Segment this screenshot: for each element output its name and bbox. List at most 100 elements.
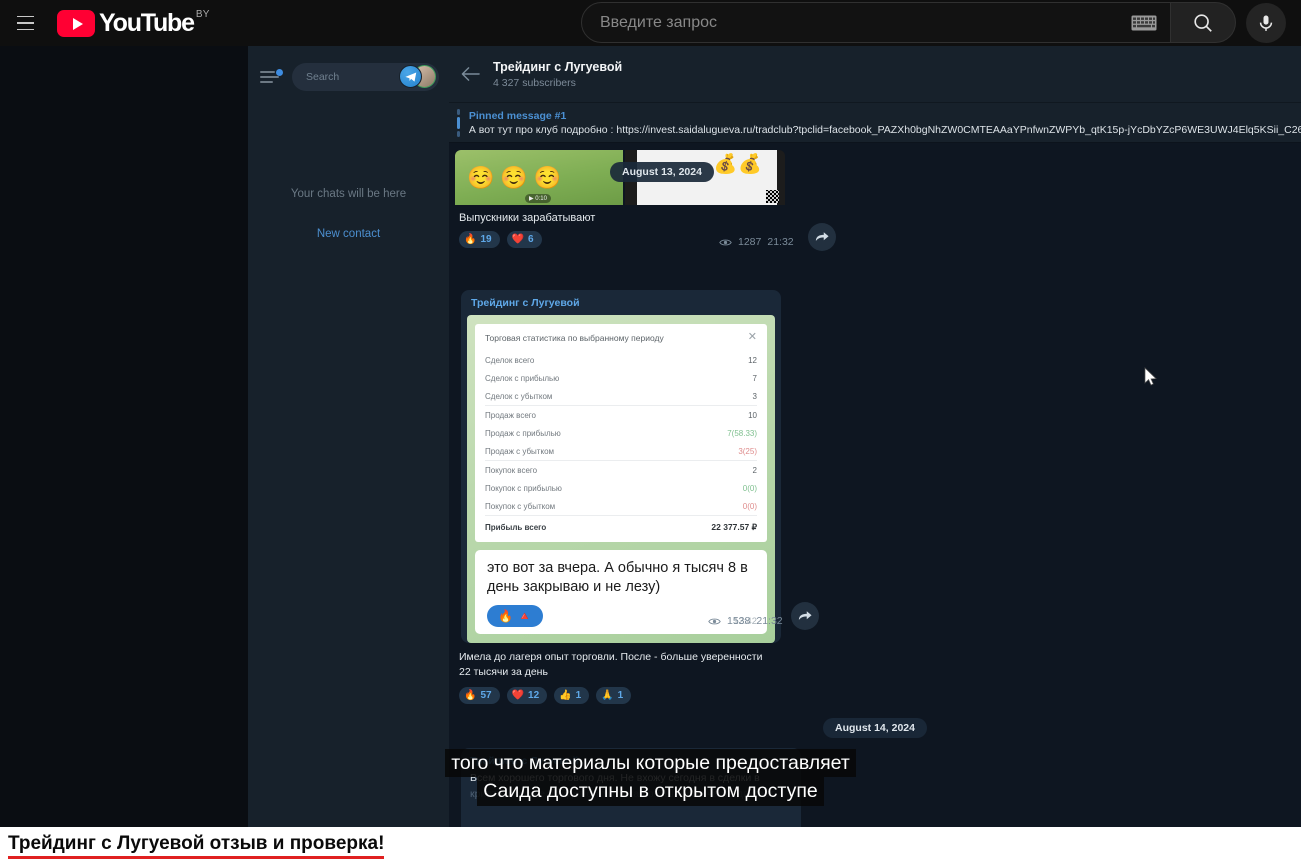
telegram-app-window: Search Your chats will be here New conta… <box>248 46 1301 827</box>
money-bag-icons: 💰💰 <box>713 154 763 175</box>
reaction-heart[interactable]: ❤️ 6 <box>506 231 542 248</box>
telegram-search-input[interactable]: Search <box>292 63 439 91</box>
message-caption: Имела до лагеря опыт торговли. После - б… <box>459 650 763 678</box>
forward-arrow-icon <box>798 610 812 620</box>
message-line-obscured <box>470 803 792 827</box>
stat-value: 3 <box>752 391 757 401</box>
heart-emoji-icon: ❤️ <box>511 690 525 702</box>
telegram-chat-panel: Трейдинг с Лугуевой 4 327 subscribers Pi… <box>449 46 1301 827</box>
forward-button[interactable] <box>791 602 819 630</box>
pinned-message-bar[interactable]: Pinned message #1 А вот тут про клуб под… <box>449 103 1301 143</box>
forward-button[interactable] <box>808 223 836 251</box>
voice-search-button[interactable] <box>1246 2 1286 43</box>
stat-row: Покупок всего 2 <box>485 460 757 479</box>
telegram-menu-icon[interactable] <box>260 69 283 85</box>
reaction-thumbsup[interactable]: 👍 1 <box>554 687 590 705</box>
keyboard-icon[interactable] <box>1130 14 1158 32</box>
youtube-search-area <box>581 2 1286 43</box>
hamburger-icon[interactable] <box>5 3 45 43</box>
reaction-fire[interactable]: 🔥 19 <box>459 231 500 248</box>
stats-card-title: Торговая статистика по выбранному период… <box>485 333 664 343</box>
youtube-play-icon <box>57 10 95 37</box>
pinned-message-label: Pinned message #1 <box>468 109 567 122</box>
video-letterbox-left <box>0 46 248 827</box>
video-duration-badge: ▶ 0:10 <box>525 194 551 203</box>
chat-subscribers-count: 4 327 subscribers <box>493 76 576 89</box>
stat-row: Продаж всего 10 <box>485 405 757 424</box>
stat-value: 3(25) <box>738 446 757 456</box>
pinned-indicator-icon <box>457 108 460 137</box>
search-box[interactable] <box>581 2 1171 43</box>
youtube-logo[interactable]: YouTube BY <box>57 8 210 38</box>
stat-label: Покупок с убытком <box>485 501 556 511</box>
reaction-fire[interactable]: 🔥 57 <box>459 687 500 705</box>
bubble-reactions[interactable]: 🔥 🔺 <box>487 604 543 627</box>
fire-emoji-icon: 🔥 <box>464 234 477 245</box>
chat-header: Трейдинг с Лугуевой 4 327 subscribers <box>449 46 1301 103</box>
reaction-count: 12 <box>528 690 540 702</box>
reaction-count: 1 <box>617 690 624 702</box>
heart-emoji-icon: ❤️ <box>511 234 525 245</box>
new-contact-button[interactable]: New contact <box>248 228 449 240</box>
stat-value: 0(0) <box>742 501 757 511</box>
reactions-row[interactable]: 🔥 57 ❤️ 12 👍 1 🙏 1 <box>459 687 1301 705</box>
reaction-count: 1 <box>575 690 582 702</box>
search-button[interactable] <box>1171 2 1236 43</box>
screenshot-image[interactable]: Торговая статистика по выбранному период… <box>467 315 775 643</box>
close-x-icon[interactable]: ✕ <box>748 332 757 343</box>
stat-value: 7 <box>752 373 757 383</box>
stat-row: Сделок всего 12 <box>485 351 757 369</box>
mouse-pointer-icon <box>1144 367 1158 392</box>
total-label: Прибыль всего <box>485 523 547 532</box>
message-time: 21:32 <box>767 236 794 248</box>
stat-row: Покупок с убытком 0(0) <box>485 497 757 515</box>
view-count: 1538 <box>727 615 751 627</box>
message-album[interactable]: August 13, 2024 ☺️ ☺️ ☺️ ▶ 0:10 💰💰 Выпускн… <box>455 150 1301 251</box>
message-caption: Выпускники зарабатывают <box>459 212 596 224</box>
search-input[interactable] <box>600 13 1130 32</box>
fire-emoji-icon: 🔥 <box>464 690 477 702</box>
telegram-empty-chats-label: Your chats will be here <box>290 188 407 200</box>
telegram-search-placeholder: Search <box>306 71 340 83</box>
eye-icon <box>708 618 721 624</box>
youtube-country-code: BY <box>195 9 210 20</box>
forwarded-card[interactable]: Трейдинг с Лугуевой Торговая статистика … <box>461 290 781 643</box>
forward-arrow-icon <box>815 231 829 241</box>
video-subtitles: того что материалы которые предоставляет… <box>0 749 1301 806</box>
reactions-row[interactable]: 🔥 19 ❤️ 6 <box>459 231 1301 248</box>
message-meta: 1538 21:32 <box>708 615 783 627</box>
chat-title-block[interactable]: Трейдинг с Лугуевой 4 327 subscribers <box>493 60 622 89</box>
album-photo-1[interactable]: ☺️ ☺️ ☺️ ▶ 0:10 <box>455 150 623 205</box>
back-arrow-icon[interactable] <box>457 61 483 87</box>
telegram-sidebar-topbar: Search <box>248 46 449 108</box>
stat-label: Продаж с прибылью <box>485 428 561 438</box>
telegram-logo-avatar[interactable] <box>399 65 422 88</box>
stat-row: Покупок с прибылью 0(0) <box>485 479 757 497</box>
stat-row: Сделок с прибылью 7 <box>485 369 757 387</box>
message-forwarded-screenshot[interactable]: Трейдинг с Лугуевой Торговая статистика … <box>455 290 1301 705</box>
hamburger-bar <box>16 22 34 24</box>
bubble-text: это вот за вчера. А обычно я тысяч 8 в д… <box>487 559 748 595</box>
eye-icon <box>719 239 732 245</box>
reaction-heart[interactable]: ❤️ 12 <box>506 687 548 705</box>
stat-row: Продаж с прибылью 7(58.33) <box>485 424 757 442</box>
date-chip: August 13, 2024 <box>610 162 714 182</box>
telegram-sidebar: Search Your chats will be here New conta… <box>248 46 449 827</box>
reaction-count: 19 <box>480 234 492 245</box>
reaction-pray[interactable]: 🙏 1 <box>596 687 632 705</box>
telegram-account-avatars[interactable] <box>399 65 436 88</box>
pray-emoji-icon: 🙏 <box>601 690 614 702</box>
trading-statistics-card: Торговая статистика по выбранному период… <box>475 324 767 542</box>
stat-value: 0(0) <box>742 483 757 493</box>
video-player-surface[interactable]: Search Your chats will be here New conta… <box>0 46 1301 827</box>
message-list[interactable]: August 13, 2024 ☺️ ☺️ ☺️ ▶ 0:10 💰💰 Выпускн… <box>449 144 1301 827</box>
reaction-count: 6 <box>528 234 534 245</box>
triangle-emoji-icon: 🔺 <box>517 608 532 623</box>
thumbs-up-emoji-icon: 👍 <box>559 690 572 702</box>
page-title: Трейдинг с Лугуевой отзыв и проверка! <box>8 833 385 859</box>
chat-title: Трейдинг с Лугуевой <box>493 59 623 74</box>
youtube-header: YouTube BY <box>0 0 1301 46</box>
microphone-icon <box>1259 15 1273 31</box>
message-time: 21:32 <box>756 615 783 627</box>
stat-label: Продаж с убытком <box>485 446 555 456</box>
